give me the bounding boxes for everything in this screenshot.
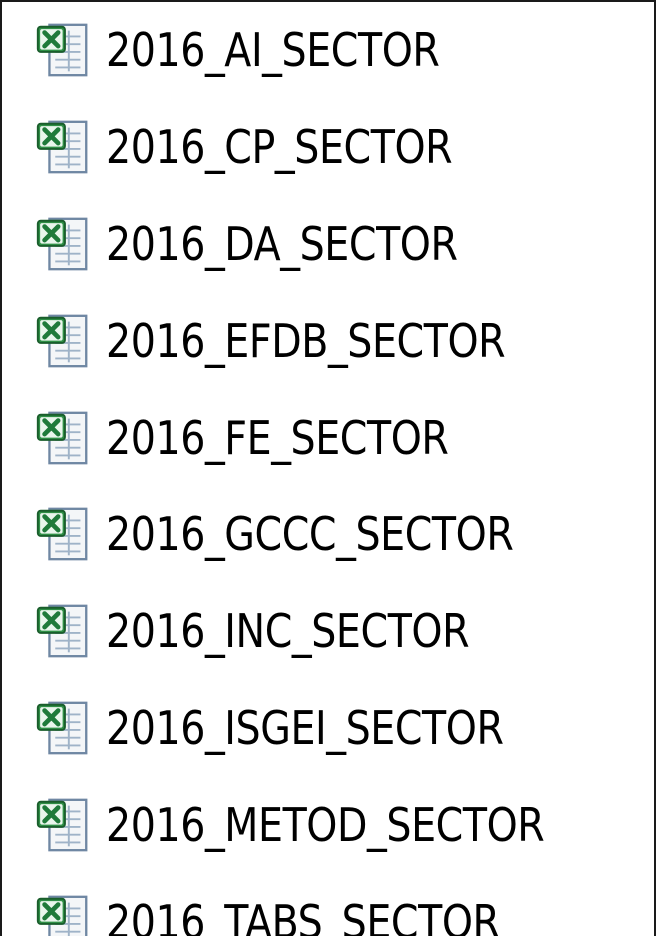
file-name-label: 2016_DA_SECTOR — [106, 216, 458, 271]
excel-spreadsheet-icon — [32, 600, 94, 662]
file-name-label: 2016_INC_SECTOR — [106, 604, 470, 659]
excel-spreadsheet-icon — [32, 503, 94, 565]
excel-spreadsheet-icon — [32, 407, 94, 469]
file-list-item[interactable]: 2016_TABS_SECTOR — [2, 873, 654, 936]
file-name-label: 2016_FE_SECTOR — [106, 410, 449, 465]
file-name-label: 2016_ISGEI_SECTOR — [106, 700, 504, 755]
file-list-item[interactable]: 2016_INC_SECTOR — [2, 583, 654, 680]
file-list-item[interactable]: 2016_ISGEI_SECTOR — [2, 680, 654, 777]
file-name-label: 2016_METOD_SECTOR — [106, 797, 545, 852]
file-name-label: 2016_GCCC_SECTOR — [106, 507, 514, 562]
excel-spreadsheet-icon — [32, 310, 94, 372]
file-list-item[interactable]: 2016_AI_SECTOR — [2, 2, 654, 99]
excel-spreadsheet-icon — [32, 213, 94, 275]
file-name-label: 2016_EFDB_SECTOR — [106, 313, 506, 368]
file-name-label: 2016_TABS_SECTOR — [106, 894, 500, 936]
file-list-item[interactable]: 2016_FE_SECTOR — [2, 389, 654, 486]
file-list-item[interactable]: 2016_METOD_SECTOR — [2, 776, 654, 873]
excel-spreadsheet-icon — [32, 794, 94, 856]
file-list: 2016_AI_SECTOR 2016_CP_SECTOR 2016_DA_SE… — [2, 2, 654, 936]
excel-spreadsheet-icon — [32, 19, 94, 81]
file-list-item[interactable]: 2016_DA_SECTOR — [2, 196, 654, 293]
file-list-item[interactable]: 2016_GCCC_SECTOR — [2, 486, 654, 583]
excel-spreadsheet-icon — [32, 116, 94, 178]
file-list-item[interactable]: 2016_EFDB_SECTOR — [2, 292, 654, 389]
file-name-label: 2016_AI_SECTOR — [106, 23, 440, 78]
file-list-item[interactable]: 2016_CP_SECTOR — [2, 99, 654, 196]
excel-spreadsheet-icon — [32, 891, 94, 936]
excel-spreadsheet-icon — [32, 697, 94, 759]
file-name-label: 2016_CP_SECTOR — [106, 120, 453, 175]
file-explorer-pane: 2016_AI_SECTOR 2016_CP_SECTOR 2016_DA_SE… — [0, 0, 656, 936]
